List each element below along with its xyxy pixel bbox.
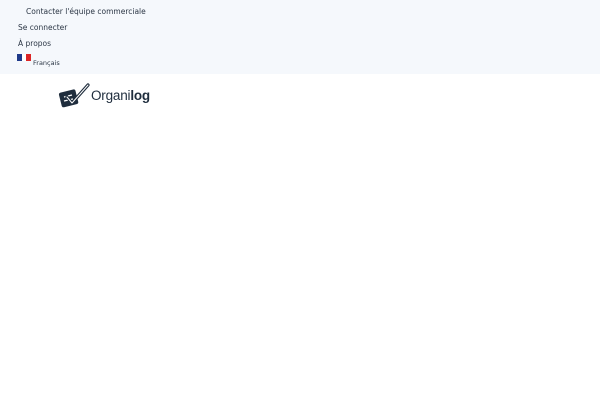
contact-sales-link[interactable]: Contacter l'équipe commerciale: [26, 7, 146, 16]
french-flag-icon: [17, 54, 32, 61]
top-utility-bar: Contacter l'équipe commerciale Se connec…: [0, 0, 600, 74]
brand-name-light: Organi: [91, 88, 131, 103]
brand-wordmark: Organilog: [91, 88, 150, 103]
checkbox-logo-icon: [58, 83, 90, 108]
login-link[interactable]: Se connecter: [18, 23, 67, 32]
brand-name-bold: log: [130, 88, 150, 103]
organilog-logo[interactable]: Organilog: [57, 83, 150, 111]
about-link[interactable]: À propos: [18, 39, 51, 48]
language-label: Français: [33, 59, 60, 67]
